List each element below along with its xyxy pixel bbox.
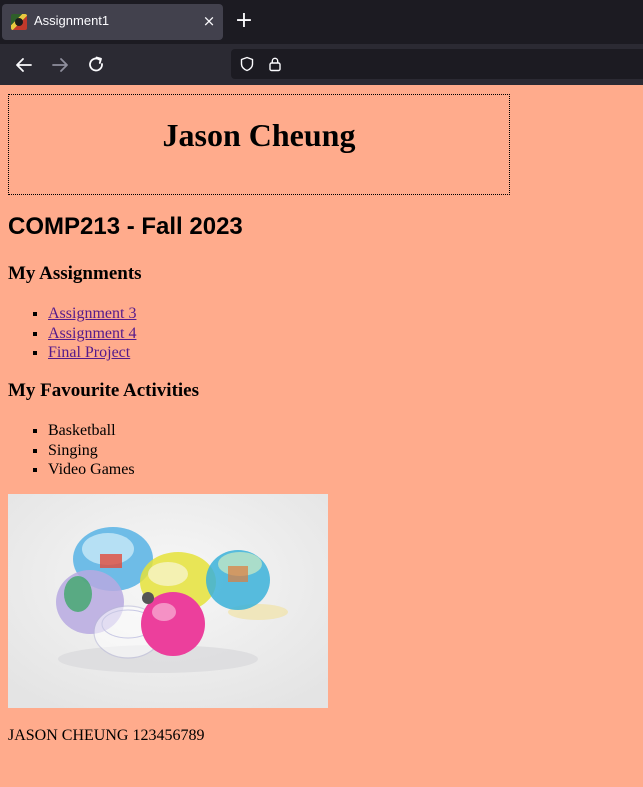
back-arrow-icon: [16, 58, 32, 72]
page-content: Jason Cheung COMP213 - Fall 2023 My Assi…: [0, 85, 643, 787]
back-button[interactable]: [11, 52, 37, 78]
favicon-icon: [11, 14, 27, 30]
name-heading: Jason Cheung: [162, 117, 356, 153]
list-item: Assignment 4: [48, 324, 136, 344]
assignments-list: Assignment 3 Assignment 4 Final Project: [48, 304, 136, 363]
lock-icon[interactable]: [267, 56, 283, 72]
capsule-toys-illustration: [8, 494, 328, 708]
activities-heading: My Favourite Activities: [8, 380, 200, 401]
list-item: Video Games: [48, 460, 135, 480]
shield-icon[interactable]: [239, 56, 255, 72]
tab-title: Assignment1: [34, 13, 110, 28]
reload-button[interactable]: [83, 52, 109, 78]
list-item: Assignment 3: [48, 304, 136, 324]
course-title: COMP213 - Fall 2023: [8, 213, 243, 240]
activities-list: Basketball Singing Video Games: [48, 421, 135, 480]
navigation-toolbar: [0, 44, 643, 85]
forward-button[interactable]: [47, 52, 73, 78]
url-bar[interactable]: [231, 49, 643, 79]
reload-icon: [89, 56, 103, 72]
header-box: Jason Cheung: [8, 94, 510, 195]
footer-text: JASON CHEUNG 123456789: [8, 727, 205, 744]
assignments-heading: My Assignments: [8, 263, 142, 284]
close-icon[interactable]: ×: [200, 12, 218, 30]
tab-strip: Assignment1 × +: [0, 0, 643, 44]
forward-arrow-icon: [52, 58, 68, 72]
capsule-toys-image: [8, 494, 328, 708]
list-item: Singing: [48, 441, 135, 461]
list-item: Basketball: [48, 421, 135, 441]
tab-assignment1[interactable]: Assignment1 ×: [2, 4, 223, 40]
list-item: Final Project: [48, 343, 136, 363]
assignment-4-link[interactable]: Assignment 4: [48, 325, 136, 342]
final-project-link[interactable]: Final Project: [48, 344, 130, 361]
assignment-3-link[interactable]: Assignment 3: [48, 305, 136, 322]
new-tab-button[interactable]: +: [232, 10, 256, 34]
